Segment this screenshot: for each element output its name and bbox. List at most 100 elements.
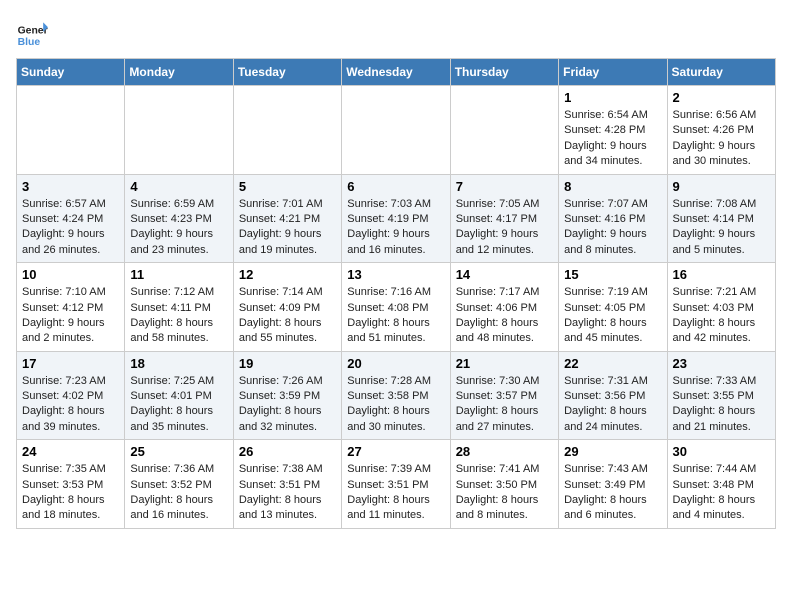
day-info: Sunrise: 7:05 AMSunset: 4:17 PMDaylight:… xyxy=(456,197,553,259)
day-info: Sunrise: 7:44 AMSunset: 3:48 PMDaylight:… xyxy=(673,462,770,524)
weekday-header-wednesday: Wednesday xyxy=(342,59,450,86)
calendar-cell: 14 Sunrise: 7:17 AMSunset: 4:06 PMDayligh… xyxy=(450,263,558,352)
day-info: Sunrise: 7:35 AMSunset: 3:53 PMDaylight:… xyxy=(22,462,119,524)
day-number: 24 xyxy=(22,444,119,459)
day-number: 5 xyxy=(239,179,336,194)
day-info: Sunrise: 6:54 AMSunset: 4:28 PMDaylight:… xyxy=(564,108,661,170)
calendar-week-1: 1Sunrise: 6:54 AMSunset: 4:28 PMDaylight… xyxy=(17,86,776,175)
day-info: Sunrise: 7:01 AMSunset: 4:21 PMDaylight:… xyxy=(239,197,336,259)
day-info: Sunrise: 7:21 AMSunset: 4:03 PMDaylight:… xyxy=(673,285,770,347)
calendar-cell: 16 Sunrise: 7:21 AMSunset: 4:03 PMDayligh… xyxy=(667,263,775,352)
page-header: General Blue xyxy=(16,16,776,48)
day-info: Sunrise: 7:17 AMSunset: 4:06 PMDaylight:… xyxy=(456,285,553,347)
day-number: 18 xyxy=(130,356,227,371)
day-info: Sunrise: 6:59 AMSunset: 4:23 PMDaylight:… xyxy=(130,197,227,259)
day-number: 2 xyxy=(673,90,770,105)
day-number: 3 xyxy=(22,179,119,194)
day-number: 19 xyxy=(239,356,336,371)
day-info: Sunrise: 7:03 AMSunset: 4:19 PMDaylight:… xyxy=(347,197,444,259)
day-info: Sunrise: 7:08 AMSunset: 4:14 PMDaylight:… xyxy=(673,197,770,259)
calendar-cell: 19 Sunrise: 7:26 AMSunset: 3:59 PMDayligh… xyxy=(233,351,341,440)
day-number: 25 xyxy=(130,444,227,459)
calendar-cell: 28 Sunrise: 7:41 AMSunset: 3:50 PMDayligh… xyxy=(450,440,558,529)
weekday-header-thursday: Thursday xyxy=(450,59,558,86)
day-number: 16 xyxy=(673,267,770,282)
day-info: Sunrise: 7:07 AMSunset: 4:16 PMDaylight:… xyxy=(564,197,661,259)
day-info: Sunrise: 7:38 AMSunset: 3:51 PMDaylight:… xyxy=(239,462,336,524)
day-number: 13 xyxy=(347,267,444,282)
calendar-cell: 18 Sunrise: 7:25 AMSunset: 4:01 PMDayligh… xyxy=(125,351,233,440)
day-info: Sunrise: 7:33 AMSunset: 3:55 PMDaylight:… xyxy=(673,374,770,436)
calendar-cell: 7 Sunrise: 7:05 AMSunset: 4:17 PMDaylight… xyxy=(450,174,558,263)
calendar-cell: 11Sunrise: 7:12 AMSunset: 4:11 PMDayligh… xyxy=(125,263,233,352)
calendar-cell: 8 Sunrise: 7:07 AMSunset: 4:16 PMDaylight… xyxy=(559,174,667,263)
calendar-cell xyxy=(233,86,341,175)
day-number: 28 xyxy=(456,444,553,459)
day-info: Sunrise: 7:36 AMSunset: 3:52 PMDaylight:… xyxy=(130,462,227,524)
calendar-cell: 27Sunrise: 7:39 AMSunset: 3:51 PMDayligh… xyxy=(342,440,450,529)
day-info: Sunrise: 7:16 AMSunset: 4:08 PMDaylight:… xyxy=(347,285,444,347)
calendar-cell: 5 Sunrise: 7:01 AMSunset: 4:21 PMDaylight… xyxy=(233,174,341,263)
day-number: 30 xyxy=(673,444,770,459)
weekday-header-tuesday: Tuesday xyxy=(233,59,341,86)
day-info: Sunrise: 7:30 AMSunset: 3:57 PMDaylight:… xyxy=(456,374,553,436)
calendar-cell xyxy=(342,86,450,175)
day-info: Sunrise: 7:41 AMSunset: 3:50 PMDaylight:… xyxy=(456,462,553,524)
day-number: 21 xyxy=(456,356,553,371)
weekday-header: SundayMondayTuesdayWednesdayThursdayFrid… xyxy=(17,59,776,86)
day-number: 11 xyxy=(130,267,227,282)
calendar-cell: 12 Sunrise: 7:14 AMSunset: 4:09 PMDayligh… xyxy=(233,263,341,352)
calendar-cell: 26Sunrise: 7:38 AMSunset: 3:51 PMDayligh… xyxy=(233,440,341,529)
calendar-cell: 2Sunrise: 6:56 AMSunset: 4:26 PMDaylight… xyxy=(667,86,775,175)
calendar-cell: 30 Sunrise: 7:44 AMSunset: 3:48 PMDayligh… xyxy=(667,440,775,529)
calendar-cell: 21 Sunrise: 7:30 AMSunset: 3:57 PMDayligh… xyxy=(450,351,558,440)
day-info: Sunrise: 7:14 AMSunset: 4:09 PMDaylight:… xyxy=(239,285,336,347)
calendar-cell xyxy=(17,86,125,175)
calendar-cell: 20 Sunrise: 7:28 AMSunset: 3:58 PMDayligh… xyxy=(342,351,450,440)
day-info: Sunrise: 7:26 AMSunset: 3:59 PMDaylight:… xyxy=(239,374,336,436)
calendar-cell: 25 Sunrise: 7:36 AMSunset: 3:52 PMDayligh… xyxy=(125,440,233,529)
day-info: Sunrise: 7:28 AMSunset: 3:58 PMDaylight:… xyxy=(347,374,444,436)
calendar-cell: 22Sunrise: 7:31 AMSunset: 3:56 PMDayligh… xyxy=(559,351,667,440)
calendar-cell: 15 Sunrise: 7:19 AMSunset: 4:05 PMDayligh… xyxy=(559,263,667,352)
calendar-cell: 17 Sunrise: 7:23 AMSunset: 4:02 PMDayligh… xyxy=(17,351,125,440)
day-info: Sunrise: 7:25 AMSunset: 4:01 PMDaylight:… xyxy=(130,374,227,436)
day-number: 8 xyxy=(564,179,661,194)
weekday-header-friday: Friday xyxy=(559,59,667,86)
calendar-cell: 4 Sunrise: 6:59 AMSunset: 4:23 PMDaylight… xyxy=(125,174,233,263)
day-number: 27 xyxy=(347,444,444,459)
day-number: 4 xyxy=(130,179,227,194)
calendar-cell: 6Sunrise: 7:03 AMSunset: 4:19 PMDaylight… xyxy=(342,174,450,263)
calendar-cell: 13 Sunrise: 7:16 AMSunset: 4:08 PMDayligh… xyxy=(342,263,450,352)
calendar-cell: 3 Sunrise: 6:57 AMSunset: 4:24 PMDaylight… xyxy=(17,174,125,263)
day-info: Sunrise: 7:31 AMSunset: 3:56 PMDaylight:… xyxy=(564,374,661,436)
calendar-week-5: 24 Sunrise: 7:35 AMSunset: 3:53 PMDayligh… xyxy=(17,440,776,529)
day-number: 20 xyxy=(347,356,444,371)
day-info: Sunrise: 6:57 AMSunset: 4:24 PMDaylight:… xyxy=(22,197,119,259)
calendar-cell xyxy=(450,86,558,175)
weekday-header-sunday: Sunday xyxy=(17,59,125,86)
calendar-cell: 9 Sunrise: 7:08 AMSunset: 4:14 PMDaylight… xyxy=(667,174,775,263)
day-info: Sunrise: 7:10 AMSunset: 4:12 PMDaylight:… xyxy=(22,285,119,347)
day-number: 10 xyxy=(22,267,119,282)
calendar-cell: 23 Sunrise: 7:33 AMSunset: 3:55 PMDayligh… xyxy=(667,351,775,440)
calendar-cell: 1Sunrise: 6:54 AMSunset: 4:28 PMDaylight… xyxy=(559,86,667,175)
calendar: SundayMondayTuesdayWednesdayThursdayFrid… xyxy=(16,58,776,529)
calendar-cell: 29 Sunrise: 7:43 AMSunset: 3:49 PMDayligh… xyxy=(559,440,667,529)
day-number: 14 xyxy=(456,267,553,282)
day-number: 17 xyxy=(22,356,119,371)
day-info: Sunrise: 7:23 AMSunset: 4:02 PMDaylight:… xyxy=(22,374,119,436)
weekday-header-monday: Monday xyxy=(125,59,233,86)
calendar-week-3: 10 Sunrise: 7:10 AMSunset: 4:12 PMDayligh… xyxy=(17,263,776,352)
day-number: 12 xyxy=(239,267,336,282)
day-info: Sunrise: 7:19 AMSunset: 4:05 PMDaylight:… xyxy=(564,285,661,347)
day-number: 15 xyxy=(564,267,661,282)
calendar-body: 1Sunrise: 6:54 AMSunset: 4:28 PMDaylight… xyxy=(17,86,776,529)
day-number: 29 xyxy=(564,444,661,459)
day-info: Sunrise: 7:43 AMSunset: 3:49 PMDaylight:… xyxy=(564,462,661,524)
day-number: 9 xyxy=(673,179,770,194)
day-number: 7 xyxy=(456,179,553,194)
weekday-header-saturday: Saturday xyxy=(667,59,775,86)
day-number: 23 xyxy=(673,356,770,371)
svg-text:Blue: Blue xyxy=(18,37,41,48)
